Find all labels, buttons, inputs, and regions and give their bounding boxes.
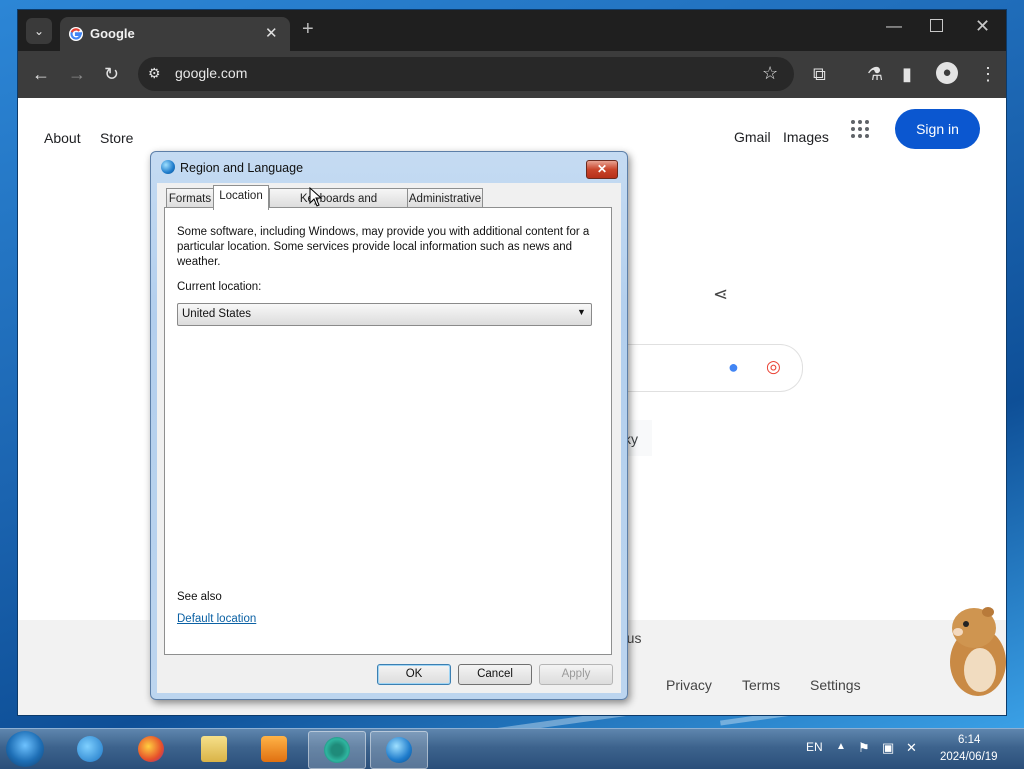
maximize-icon[interactable]	[930, 19, 943, 32]
hamster-mascot	[950, 607, 1006, 696]
back-icon[interactable]: ←	[32, 64, 50, 84]
tab-location[interactable]: Location	[213, 185, 269, 210]
default-location-link[interactable]: Default location	[177, 613, 256, 625]
window-close-icon[interactable]: ✕	[975, 16, 990, 37]
current-location-select[interactable]: United States ▼	[177, 303, 592, 326]
apply-button[interactable]: Apply	[539, 664, 613, 685]
dropdown-arrow-icon: ▼	[577, 307, 586, 317]
dialog-body: Formats Location Keyboards and Languages…	[157, 183, 621, 693]
dialog-title: Region and Language	[180, 161, 304, 175]
lens-icon[interactable]: ◎	[766, 357, 781, 377]
close-icon[interactable]: ✕	[265, 24, 278, 42]
taskbar-region-settings[interactable]	[370, 731, 428, 769]
toolbar: ← → ↻ ⚙ google.com ☆ ⧉ ⚗ ▮ ● ⋮	[18, 51, 1006, 98]
start-button[interactable]	[6, 731, 44, 767]
extensions-icon[interactable]: ⧉	[813, 64, 826, 84]
terms-link[interactable]: Terms	[742, 677, 780, 693]
mouse-cursor-icon	[309, 187, 323, 207]
settings-link[interactable]: Settings	[810, 677, 861, 693]
store-link[interactable]: Store	[100, 130, 133, 146]
taskbar: EN ▲ ⚑ ▣ ✕ 6:14 2024/06/19	[0, 728, 1024, 769]
address-bar[interactable]: ⚙ google.com ☆	[138, 57, 794, 91]
taskbar-media-player[interactable]	[246, 731, 302, 767]
location-panel: Some software, including Windows, may pr…	[164, 207, 612, 655]
sign-in-button[interactable]: Sign in	[895, 109, 980, 149]
ok-button[interactable]: OK	[377, 664, 451, 685]
site-info-icon[interactable]: ⚙	[148, 65, 161, 82]
url-text: google.com	[175, 65, 248, 81]
about-link[interactable]: About	[44, 130, 81, 146]
tab-title: Google	[90, 26, 135, 41]
star-icon[interactable]: ☆	[762, 63, 778, 84]
apps-grid-icon[interactable]	[851, 120, 869, 138]
menu-icon[interactable]: ⋮	[979, 64, 997, 84]
clock-date[interactable]: 2024/06/19	[940, 751, 998, 763]
firefox-icon	[138, 736, 164, 762]
intro-text: Some software, including Windows, may pr…	[177, 226, 590, 268]
forward-icon[interactable]: →	[68, 64, 86, 84]
current-location-label: Current location:	[177, 281, 262, 293]
media-player-icon	[261, 736, 287, 762]
share-icon[interactable]: ⋖	[713, 284, 728, 305]
current-location-value: United States	[182, 308, 252, 320]
taskbar-explorer[interactable]	[186, 731, 242, 767]
globe-settings-icon	[386, 737, 412, 763]
browser-tab[interactable]: Google ✕	[60, 17, 290, 51]
dialog-close-button[interactable]: ✕	[586, 160, 618, 179]
tab-keyboards-languages[interactable]: Keyboards and Languages	[269, 188, 408, 225]
taskbar-firefox[interactable]	[123, 731, 179, 767]
gmail-link[interactable]: Gmail	[734, 129, 771, 145]
show-hidden-icons-icon[interactable]: ▲	[836, 741, 846, 752]
profile-icon[interactable]: ●	[936, 62, 958, 84]
new-tab-icon[interactable]: +	[302, 19, 314, 39]
taskbar-ie[interactable]	[62, 731, 118, 767]
see-also-label: See also	[177, 591, 222, 603]
tab-list-icon[interactable]: ⌄	[26, 18, 52, 44]
network-icon[interactable]: ▣	[882, 740, 894, 756]
tab-formats[interactable]: Formats	[166, 188, 214, 209]
language-indicator[interactable]: EN	[806, 740, 823, 754]
action-center-flag-icon[interactable]: ⚑	[858, 740, 870, 756]
volume-muted-icon[interactable]: ✕	[906, 740, 917, 756]
tab-administrative[interactable]: Administrative	[407, 188, 483, 209]
folder-icon	[201, 736, 227, 762]
region-language-dialog: Region and Language ✕ Formats Location K…	[150, 151, 628, 700]
labs-icon[interactable]: ⚗	[867, 64, 883, 84]
privacy-link[interactable]: Privacy	[666, 677, 712, 693]
tab-strip: ⌄ Google ✕ + — ✕	[18, 10, 1006, 51]
browser-app-icon	[324, 737, 350, 763]
images-link[interactable]: Images	[783, 129, 829, 145]
side-panel-icon[interactable]: ▮	[902, 64, 912, 84]
cancel-button[interactable]: Cancel	[458, 664, 532, 685]
taskbar-chrome[interactable]	[308, 731, 366, 769]
minimize-icon[interactable]: —	[886, 18, 902, 36]
clock-time[interactable]: 6:14	[958, 734, 980, 746]
mic-icon[interactable]: ●	[728, 357, 739, 378]
globe-icon	[161, 160, 175, 174]
reload-icon[interactable]: ↻	[104, 64, 119, 84]
google-favicon	[69, 27, 83, 41]
internet-explorer-icon	[77, 736, 103, 762]
